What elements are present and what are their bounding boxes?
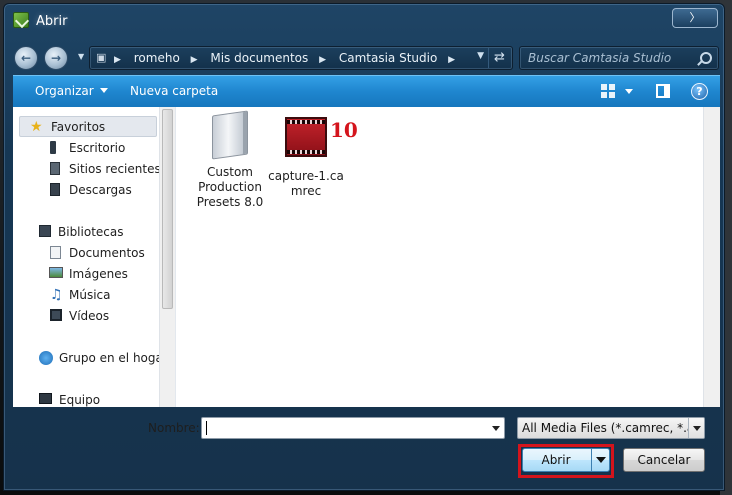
search-icon[interactable]	[700, 52, 712, 64]
refresh-icon[interactable]: ⇄	[488, 48, 510, 68]
star-icon: ★	[30, 119, 43, 135]
nav-favorites-label: Favoritos	[51, 120, 106, 134]
breadcrumb-camtasia-studio[interactable]: Camtasia Studio	[339, 51, 437, 65]
file-name: Custom Production Presets 8.0	[196, 165, 264, 209]
address-history-dropdown-icon[interactable]: ▼	[477, 51, 484, 61]
close-button[interactable]: 〉	[672, 8, 718, 28]
organize-menu[interactable]: Organizar	[35, 84, 108, 98]
chevron-down-icon[interactable]	[492, 426, 500, 431]
title-bar: Abrir 〉	[4, 4, 724, 38]
breadcrumb: ▶ romeho ▶ Mis documentos ▶ Camtasia Stu…	[114, 51, 464, 65]
nav-equipo-label: Equipo	[59, 393, 101, 407]
folder-location-icon: ▣	[96, 51, 107, 64]
nav-musica[interactable]: ♫ Música	[13, 285, 163, 306]
videos-icon	[50, 309, 62, 321]
open-button[interactable]: Abrir	[522, 448, 610, 472]
nav-musica-label: Música	[69, 288, 111, 302]
chevron-down-icon[interactable]	[688, 418, 704, 438]
camrec-file-icon	[282, 117, 330, 165]
nav-bibliotecas[interactable]: Bibliotecas	[13, 222, 163, 243]
nav-imagenes[interactable]: Imágenes	[13, 264, 163, 285]
search-input[interactable]: Buscar Camtasia Studio	[519, 46, 719, 70]
file-name-label: Nombre:	[148, 421, 200, 435]
organize-label: Organizar	[35, 84, 94, 98]
nav-descargas[interactable]: Descargas	[13, 180, 163, 201]
documents-icon	[50, 246, 61, 259]
recent-places-icon	[50, 162, 60, 175]
file-name-input[interactable]	[201, 417, 505, 439]
window-title: Abrir	[36, 14, 68, 29]
breadcrumb-romeho[interactable]: romeho	[134, 51, 180, 65]
search-placeholder: Buscar Camtasia Studio	[528, 51, 672, 65]
nav-pane-scrollbar[interactable]	[159, 107, 175, 407]
nav-videos[interactable]: Vídeos	[13, 306, 163, 327]
open-options-dropdown-icon[interactable]	[591, 449, 609, 471]
new-folder-button[interactable]: Nueva carpeta	[130, 84, 218, 98]
breadcrumb-separator-icon[interactable]: ▶	[191, 55, 198, 65]
nav-bibliotecas-label: Bibliotecas	[58, 225, 124, 239]
nav-favorites[interactable]: ★ Favoritos	[19, 116, 157, 137]
breadcrumb-separator-icon[interactable]: ▶	[114, 55, 121, 65]
open-button-label: Abrir	[541, 453, 571, 467]
text-caret	[206, 421, 207, 435]
preview-pane-icon[interactable]	[656, 84, 670, 98]
nav-escritorio-label: Escritorio	[69, 141, 126, 155]
folder-icon	[206, 110, 254, 161]
browser-content: ★ Favoritos Escritorio Sitios recientes …	[13, 107, 720, 407]
cancel-button[interactable]: Cancelar	[623, 448, 705, 472]
file-item-custom-production-presets[interactable]: Custom Production Presets 8.0	[192, 110, 268, 210]
breadcrumb-mis-documentos[interactable]: Mis documentos	[210, 51, 308, 65]
nav-documentos-label: Documentos	[69, 246, 145, 260]
recent-locations-dropdown[interactable]: ▼	[78, 50, 88, 64]
change-view-icon[interactable]	[601, 84, 615, 98]
nav-grupo-en-el-hogar-label: Grupo en el hogar	[59, 351, 168, 365]
nav-grupo-en-el-hogar[interactable]: Grupo en el hogar	[13, 348, 168, 369]
file-list-scrollbar[interactable]	[703, 107, 720, 407]
libraries-icon	[39, 225, 51, 237]
breadcrumb-separator-icon[interactable]: ▶	[448, 55, 455, 65]
help-icon[interactable]: ?	[691, 83, 708, 100]
file-name: capture-1.camrec	[268, 169, 344, 198]
nav-sitios-recientes-label: Sitios recientes	[69, 162, 161, 176]
file-type-filter-select[interactable]: All Media Files (*.camrec, *.avi, *.	[517, 417, 705, 439]
file-type-filter-value: All Media Files (*.camrec, *.avi, *.	[522, 421, 705, 435]
nav-videos-label: Vídeos	[69, 309, 110, 323]
breadcrumb-separator-icon[interactable]: ▶	[319, 55, 326, 65]
nav-pane-scroll-thumb[interactable]	[162, 109, 173, 309]
file-list: Custom Production Presets 8.0 capture-1.…	[177, 107, 705, 407]
downloads-icon	[50, 183, 60, 196]
back-button[interactable]: ←	[14, 46, 38, 70]
desktop-icon	[50, 141, 56, 154]
homegroup-icon	[39, 351, 53, 365]
chevron-down-icon	[99, 88, 108, 93]
pictures-icon	[49, 267, 63, 278]
nav-descargas-label: Descargas	[69, 183, 132, 197]
nav-documentos[interactable]: Documentos	[13, 243, 163, 264]
navigation-pane: ★ Favoritos Escritorio Sitios recientes …	[13, 107, 176, 407]
command-toolbar: Organizar Nueva carpeta ?	[13, 75, 720, 107]
forward-button[interactable]: →	[44, 46, 68, 70]
camtasia-app-icon	[13, 12, 29, 28]
music-icon: ♫	[50, 287, 63, 303]
nav-escritorio[interactable]: Escritorio	[13, 138, 163, 159]
nav-imagenes-label: Imágenes	[69, 267, 128, 281]
file-name-area: Nombre: All Media Files (*.camrec, *.avi…	[13, 407, 720, 487]
annotation-number: 10	[330, 118, 358, 142]
computer-icon	[39, 393, 52, 404]
nav-sitios-recientes[interactable]: Sitios recientes	[13, 159, 163, 180]
open-file-dialog: Abrir 〉 ← → ▼ ▣ ▶ romeho ▶ Mis documento…	[3, 3, 725, 491]
view-options-dropdown-icon[interactable]	[625, 89, 633, 94]
address-bar[interactable]: ▣ ▶ romeho ▶ Mis documentos ▶ Camtasia S…	[89, 46, 513, 70]
